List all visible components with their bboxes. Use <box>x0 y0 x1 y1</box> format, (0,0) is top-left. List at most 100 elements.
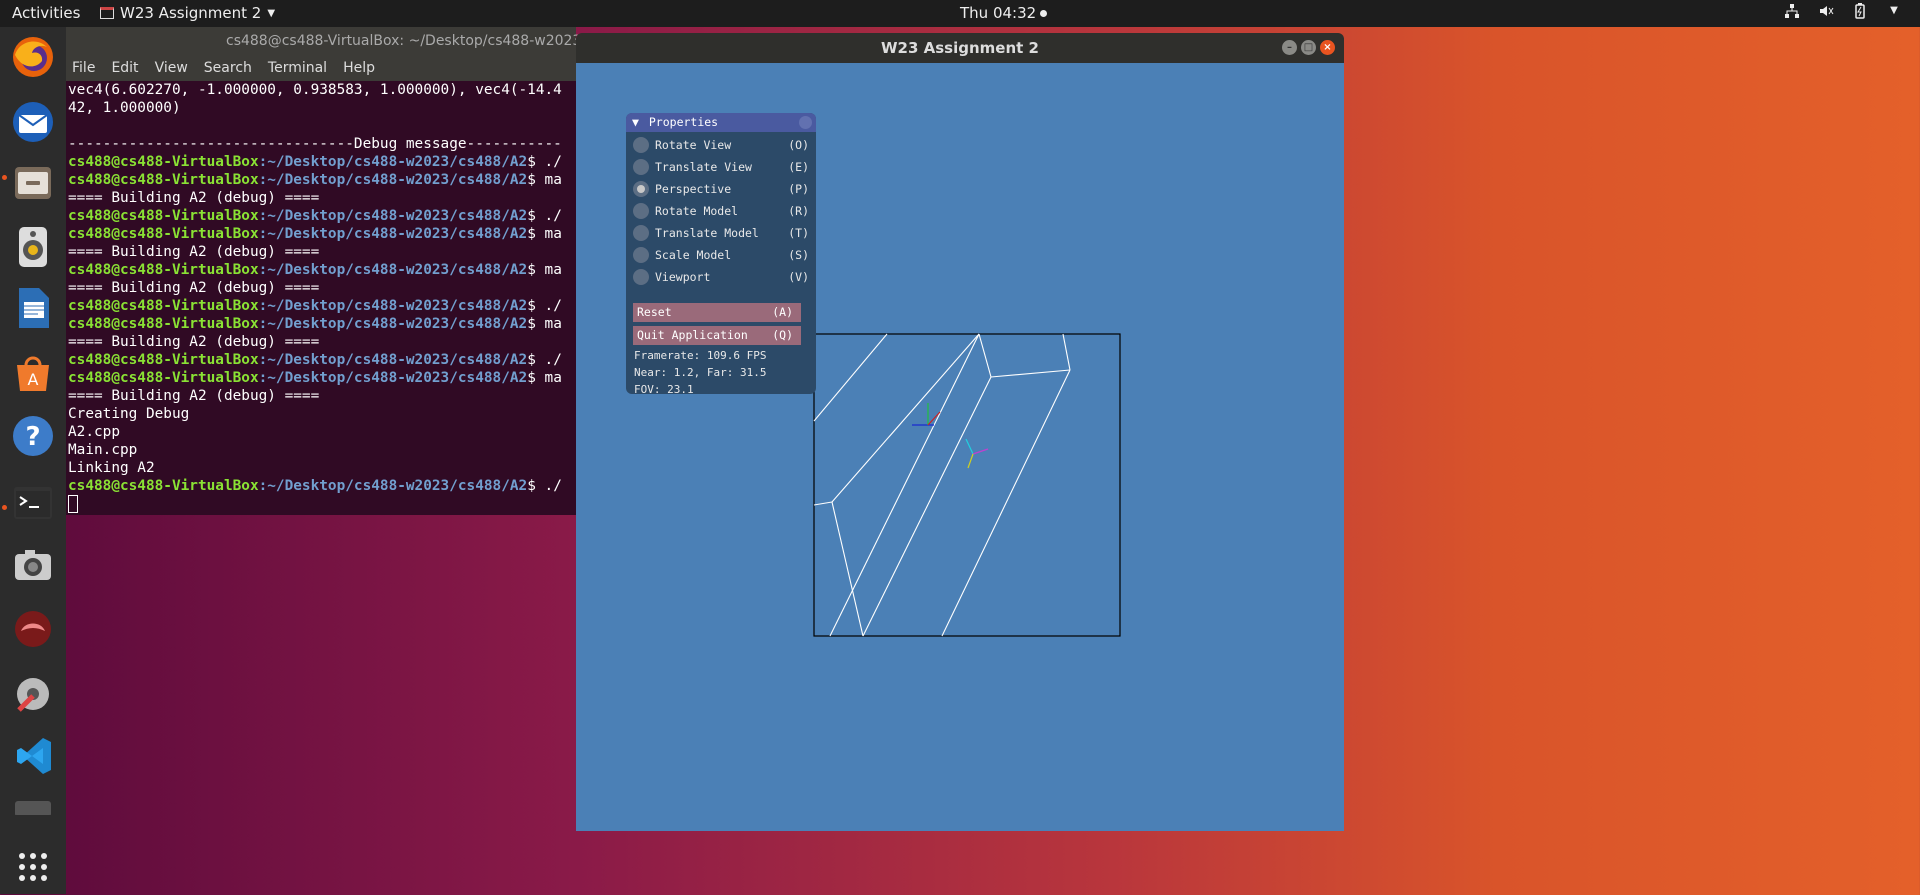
app-menu[interactable]: W23 Assignment 2 ▼ <box>100 4 275 22</box>
panel-close-icon[interactable] <box>799 116 812 129</box>
framerate-text: Framerate: 109.6 FPS <box>634 349 767 362</box>
settings-icon[interactable] <box>9 670 57 718</box>
quit-shortcut: (Q) <box>772 328 793 342</box>
terminal-prompt-line: cs488@cs488-VirtualBox:~/Desktop/cs488-w… <box>68 316 562 332</box>
radio-button[interactable] <box>633 181 649 197</box>
menu-view[interactable]: View <box>155 60 188 76</box>
radio-button[interactable] <box>633 269 649 285</box>
software-center-icon[interactable]: A <box>9 349 57 397</box>
running-indicator <box>2 505 7 510</box>
writer-icon[interactable] <box>9 284 57 332</box>
radio-button[interactable] <box>633 247 649 263</box>
reset-shortcut: (A) <box>772 305 793 319</box>
terminal-titlebar[interactable]: cs488@cs488-VirtualBox: ~/Desktop/cs488-… <box>66 27 581 55</box>
terminal-menubar: File Edit View Search Terminal Help <box>66 55 576 81</box>
mode-option-rotate-model[interactable]: Rotate Model (R) <box>633 201 809 221</box>
svg-text:?: ? <box>25 422 40 452</box>
terminal-output-line: ==== Building A2 (debug) ==== <box>68 280 320 296</box>
text-cursor <box>68 495 78 513</box>
mode-option-rotate-view[interactable]: Rotate View (O) <box>633 135 809 155</box>
collapse-triangle-icon[interactable]: ▼ <box>632 115 639 129</box>
notification-dot-icon <box>1040 10 1048 17</box>
properties-panel[interactable]: ▼ Properties Rotate View (O) Translate Vie… <box>626 113 816 394</box>
terminal-output-line: A2.cpp <box>68 424 120 440</box>
mode-shortcut: (V) <box>788 270 809 284</box>
activities-button[interactable]: Activities <box>12 4 80 22</box>
vscode-icon[interactable] <box>9 732 57 780</box>
clock[interactable]: Thu 04:32 <box>960 4 1048 22</box>
mode-option-viewport[interactable]: Viewport (V) <box>633 267 809 287</box>
fov-text: FOV: 23.1 <box>634 383 694 394</box>
menu-help[interactable]: Help <box>343 60 375 76</box>
mode-label: Perspective <box>655 182 732 196</box>
mode-label: Translate Model <box>655 226 759 240</box>
radio-button[interactable] <box>633 159 649 175</box>
mode-option-scale-model[interactable]: Scale Model (S) <box>633 245 809 265</box>
system-tray[interactable]: ▼ <box>1784 3 1902 19</box>
mode-option-translate-model[interactable]: Translate Model (T) <box>633 223 809 243</box>
radio-button[interactable] <box>633 225 649 241</box>
battery-icon[interactable] <box>1852 3 1868 19</box>
terminal-output-line: Creating Debug <box>68 406 190 422</box>
mode-option-translate-view[interactable]: Translate View (E) <box>633 157 809 177</box>
app-titlebar[interactable]: W23 Assignment 2 – □ × <box>576 33 1344 63</box>
terminal-output-line: ==== Building A2 (debug) ==== <box>68 190 320 206</box>
menu-edit[interactable]: Edit <box>111 60 138 76</box>
mode-label: Rotate View <box>655 138 732 152</box>
radio-button[interactable] <box>633 137 649 153</box>
near-far-text: Near: 1.2, Far: 31.5 <box>634 366 767 379</box>
terminal-prompt-line: cs488@cs488-VirtualBox:~/Desktop/cs488-w… <box>68 298 562 314</box>
mode-shortcut: (E) <box>788 160 809 174</box>
viewport-frame <box>813 333 1121 637</box>
terminal-prompt-line: cs488@cs488-VirtualBox:~/Desktop/cs488-w… <box>68 370 562 386</box>
terminal-prompt-line: cs488@cs488-VirtualBox:~/Desktop/cs488-w… <box>68 352 562 368</box>
reset-button[interactable]: Reset (A) <box>633 303 801 322</box>
maximize-icon[interactable]: □ <box>1301 40 1316 55</box>
reset-button-label: Reset <box>637 305 672 319</box>
files-icon[interactable] <box>9 159 57 207</box>
terminal-title: cs488@cs488-VirtualBox: ~/Desktop/cs488-… <box>226 33 582 49</box>
minimize-icon[interactable]: – <box>1282 40 1297 55</box>
network-icon[interactable] <box>1784 3 1800 19</box>
terminal-output-line: ---------------------------------Debug m… <box>68 136 562 152</box>
quit-button[interactable]: Quit Application (Q) <box>633 326 801 345</box>
terminal-output-line: ==== Building A2 (debug) ==== <box>68 388 320 404</box>
menu-file[interactable]: File <box>72 60 95 76</box>
panel-titlebar[interactable]: ▼ Properties <box>626 113 816 132</box>
running-indicator <box>2 175 7 180</box>
firefox-icon[interactable] <box>9 33 57 81</box>
close-icon[interactable]: × <box>1320 40 1335 55</box>
dock: A ? <box>0 27 66 894</box>
top-bar: Activities W23 Assignment 2 ▼ Thu 04:32 … <box>0 0 1920 27</box>
render-canvas[interactable]: ▼ Properties Rotate View (O) Translate Vie… <box>576 63 1344 831</box>
terminal-icon[interactable] <box>9 479 57 527</box>
system-menu-caret-icon[interactable]: ▼ <box>1886 3 1902 19</box>
help-icon[interactable]: ? <box>9 412 57 460</box>
menu-search[interactable]: Search <box>204 60 252 76</box>
menu-terminal[interactable]: Terminal <box>268 60 327 76</box>
terminal-window[interactable]: cs488@cs488-VirtualBox: ~/Desktop/cs488-… <box>66 27 581 515</box>
caret-down-icon: ▼ <box>267 7 276 19</box>
terminal-prompt-line: cs488@cs488-VirtualBox:~/Desktop/cs488-w… <box>68 208 562 224</box>
app-window[interactable]: W23 Assignment 2 – □ × ▼ Properties Rota… <box>576 33 1344 831</box>
terminal-output-line: ==== Building A2 (debug) ==== <box>68 244 320 260</box>
terminal-output[interactable]: vec4(6.602270, -1.000000, 0.938583, 1.00… <box>68 81 576 515</box>
mode-shortcut: (O) <box>788 138 809 152</box>
mode-shortcut: (P) <box>788 182 809 196</box>
partial-dock-icon[interactable] <box>9 797 57 815</box>
radio-button[interactable] <box>633 203 649 219</box>
model-gizmo <box>965 438 989 469</box>
volume-icon[interactable] <box>1818 3 1834 19</box>
rhythmbox-icon[interactable] <box>9 223 57 271</box>
app-icon[interactable] <box>9 605 57 653</box>
terminal-output-line: ==== Building A2 (debug) ==== <box>68 334 320 350</box>
camera-icon[interactable] <box>9 542 57 590</box>
mode-shortcut: (T) <box>788 226 809 240</box>
show-apps-icon[interactable] <box>9 843 57 891</box>
terminal-prompt-line: cs488@cs488-VirtualBox:~/Desktop/cs488-w… <box>68 478 562 494</box>
thunderbird-icon[interactable] <box>9 98 57 146</box>
mode-label: Viewport <box>655 270 711 284</box>
terminal-cursor-line <box>68 495 576 513</box>
mode-shortcut: (S) <box>788 248 809 262</box>
mode-option-perspective[interactable]: Perspective (P) <box>633 179 809 199</box>
